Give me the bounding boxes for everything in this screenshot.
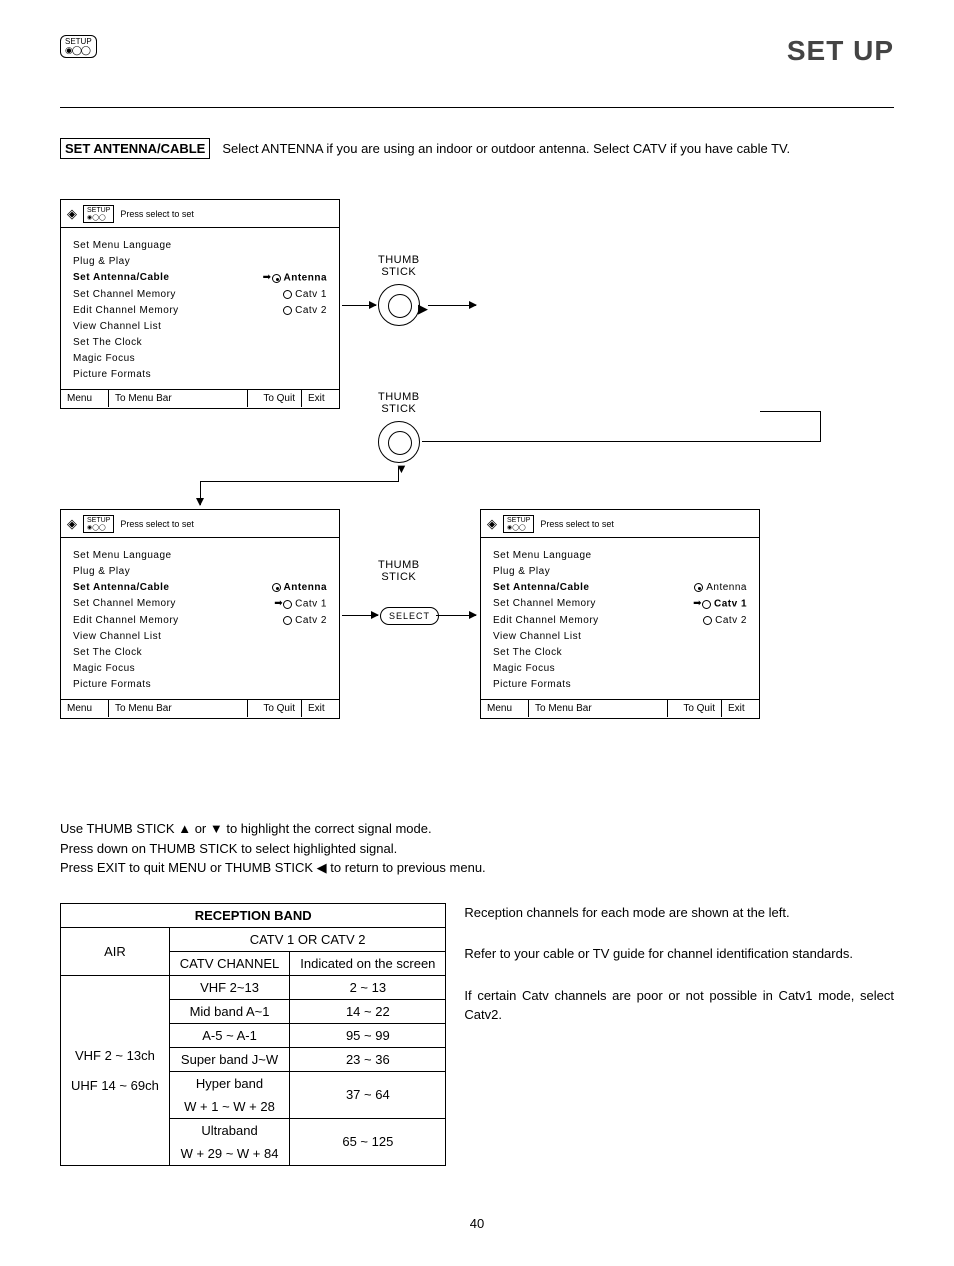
screen-3: ◈SETUP◉◯◯Press select to set Set Menu La…	[60, 509, 340, 719]
thumb-stick-icon	[378, 284, 420, 326]
setup-icon: SETUP◉◯◯	[60, 35, 97, 58]
thumb-stick-label-1: THUMBSTICK	[378, 254, 420, 278]
conn-2a	[760, 411, 820, 412]
arrow-4a	[342, 615, 378, 616]
page-number: 40	[60, 1216, 894, 1231]
reception-section: RECEPTION BAND AIRCATV 1 OR CATV 2 CATV …	[60, 903, 894, 1166]
conn-2c	[422, 441, 821, 442]
thumb-stick-label-3: THUMBSTICK	[378, 559, 420, 583]
section-label: SET ANTENNA/CABLE	[60, 138, 210, 159]
page-title: SET UP	[787, 35, 894, 67]
screen-4: ◈SETUP◉◯◯Press select to set Set Menu La…	[480, 509, 760, 719]
conn-3c	[200, 481, 201, 505]
reception-notes: Reception channels for each mode are sho…	[464, 903, 894, 1047]
arrow-1b	[428, 305, 476, 306]
flow-diagram: ◈ SETUP◉◯◯ CUSTOMIZE▣ VIDEO▭ AUDIO◎ THEA…	[60, 199, 895, 789]
select-button: SELECT	[380, 607, 439, 625]
instructions: Use THUMB STICK ▲ or ▼ to highlight the …	[60, 819, 894, 878]
arrow-4b	[436, 615, 476, 616]
section-heading: SET ANTENNA/CABLE Select ANTENNA if you …	[60, 138, 894, 159]
conn-3a	[398, 467, 399, 481]
conn-2b	[820, 411, 821, 441]
thumb-stick-label-2: THUMBSTICK	[378, 391, 420, 415]
arrow-1a	[342, 305, 376, 306]
page-header: SETUP◉◯◯ SET UP	[60, 35, 894, 67]
reception-table: RECEPTION BAND AIRCATV 1 OR CATV 2 CATV …	[60, 903, 446, 1166]
thumb-stick-icon-2	[378, 421, 420, 463]
screen-2: ◈SETUP◉◯◯Press select to set Set Menu La…	[60, 199, 340, 409]
conn-3b	[200, 481, 399, 482]
section-description: Select ANTENNA if you are using an indoo…	[222, 141, 790, 156]
